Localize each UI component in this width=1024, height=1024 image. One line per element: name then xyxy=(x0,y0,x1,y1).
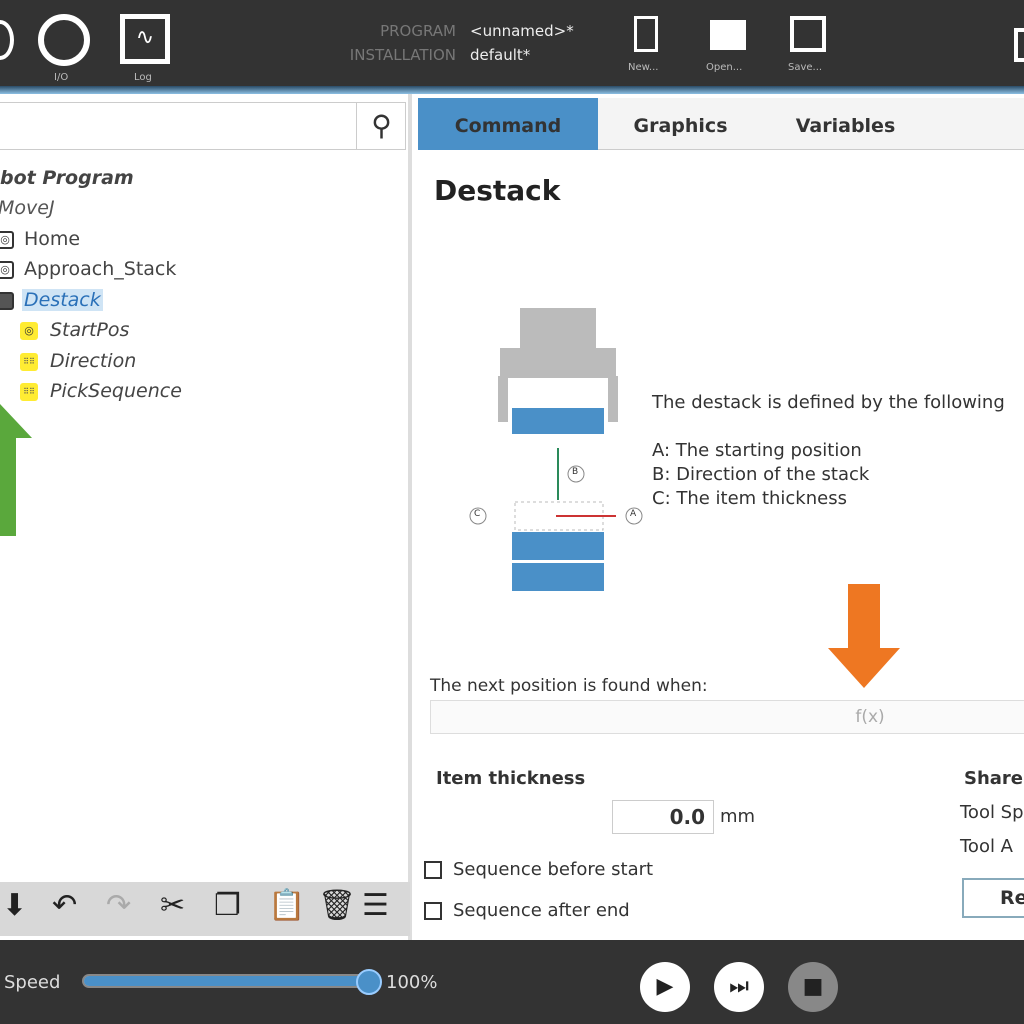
tab-graphics[interactable]: Graphics xyxy=(598,98,763,150)
header-divider xyxy=(0,86,1024,94)
undo-icon[interactable]: ↶ xyxy=(52,888,77,923)
tree-item-startpos[interactable]: StartPos xyxy=(50,319,129,341)
gripper-body xyxy=(520,308,596,348)
step-button[interactable]: ⏭ xyxy=(714,962,764,1012)
stack-item xyxy=(512,532,604,560)
save-label: Save... xyxy=(788,62,823,73)
paste-icon[interactable]: 📋 xyxy=(268,888,305,923)
new-file-icon[interactable] xyxy=(634,16,658,52)
tab-variables[interactable]: Variables xyxy=(763,98,928,150)
tree-item-direction[interactable]: Direction xyxy=(50,350,136,372)
green-arrow-up-icon xyxy=(0,404,32,536)
thickness-label: Item thickness xyxy=(436,768,586,789)
stack-item xyxy=(512,563,604,591)
delete-icon[interactable]: 🗑 xyxy=(318,888,356,923)
waypoint-icon: ◎ xyxy=(0,261,14,279)
open-folder-icon[interactable] xyxy=(710,20,746,50)
grid-icon: ⠿⠿ xyxy=(20,383,38,401)
tab-command[interactable]: Command xyxy=(418,98,598,150)
destack-icon xyxy=(0,292,14,310)
speed-slider[interactable] xyxy=(82,974,372,988)
speed-label: Speed xyxy=(4,972,61,993)
program-name: <unnamed>* xyxy=(470,22,574,40)
gripper-finger-right xyxy=(608,376,618,422)
io-icon[interactable] xyxy=(38,14,90,66)
program-tree-panel xyxy=(0,94,412,940)
search-icon[interactable]: ⚲ xyxy=(356,102,406,150)
tab-bar: Command Graphics Variables xyxy=(418,98,1024,150)
log-icon[interactable]: ∿ xyxy=(120,14,170,64)
sequence-before-label: Sequence before start xyxy=(453,859,654,880)
io-label: I/O xyxy=(54,72,69,83)
orange-arrow-down-icon xyxy=(828,584,900,688)
page-title: Destack xyxy=(434,174,561,207)
waypoint-icon: ◎ xyxy=(0,231,14,249)
stop-button[interactable]: ■ xyxy=(788,962,838,1012)
shared-parameters-label: Share xyxy=(964,768,1024,789)
gripped-item xyxy=(512,408,604,434)
search-input[interactable] xyxy=(0,102,406,150)
play-button[interactable]: ▶ xyxy=(640,962,690,1012)
copy-icon[interactable]: ❐ xyxy=(214,888,241,923)
redo-icon[interactable]: ↷ xyxy=(106,888,131,923)
installation-name: default* xyxy=(470,46,531,64)
tree-item-movej[interactable]: MoveJ xyxy=(0,197,55,219)
program-key: PROGRAM xyxy=(380,22,456,40)
speed-percent: 100% xyxy=(386,972,438,993)
thickness-input[interactable]: 0.0 xyxy=(612,800,714,834)
desc-a: A: The starting position xyxy=(652,440,862,461)
tree-root[interactable]: bot Program xyxy=(0,167,134,189)
desc-b: B: Direction of the stack xyxy=(652,464,870,485)
description: The destack is defined by the following xyxy=(652,392,1005,413)
new-label: New... xyxy=(628,62,659,73)
desc-c: C: The item thickness xyxy=(652,488,847,509)
gripper-mount xyxy=(500,348,616,378)
installation-key: INSTALLATION xyxy=(349,46,456,64)
reset-button[interactable]: Re xyxy=(962,878,1024,918)
exit-icon[interactable] xyxy=(1014,28,1024,62)
sequence-before-checkbox[interactable] xyxy=(424,861,442,879)
gripper-finger-left xyxy=(498,376,508,422)
tree-item-picksequence[interactable]: PickSequence xyxy=(50,380,182,402)
tree-item-destack[interactable]: Destack xyxy=(22,289,103,311)
speed-slider-fill xyxy=(84,976,370,986)
expression-input[interactable]: f(x) xyxy=(430,700,1024,734)
sequence-after-label: Sequence after end xyxy=(453,900,630,921)
tool-speed-label: Tool Sp xyxy=(960,802,1024,823)
open-label: Open... xyxy=(706,62,743,73)
waypoint-icon: ◎ xyxy=(20,322,38,340)
tree-item-approach-stack[interactable]: Approach_Stack xyxy=(24,258,176,280)
thickness-unit: mm xyxy=(720,806,756,827)
cut-icon[interactable]: ✂ xyxy=(160,888,185,923)
sequence-after-checkbox[interactable] xyxy=(424,902,442,920)
next-position-label: The next position is found when: xyxy=(430,676,708,696)
label-b: B xyxy=(572,467,579,477)
tool-acceleration-label: Tool A xyxy=(960,836,1013,857)
move-down-icon[interactable]: ⬇ xyxy=(2,888,27,923)
label-c: C xyxy=(474,509,481,519)
save-icon[interactable] xyxy=(790,16,826,52)
tree-item-home[interactable]: Home xyxy=(24,228,80,250)
destack-diagram xyxy=(469,308,643,591)
grid-icon: ⠿⠿ xyxy=(20,353,38,371)
log-label: Log xyxy=(134,72,152,83)
speed-slider-handle[interactable] xyxy=(356,969,382,995)
label-a: A xyxy=(630,509,637,519)
suppress-icon[interactable]: ☰ xyxy=(362,888,389,923)
